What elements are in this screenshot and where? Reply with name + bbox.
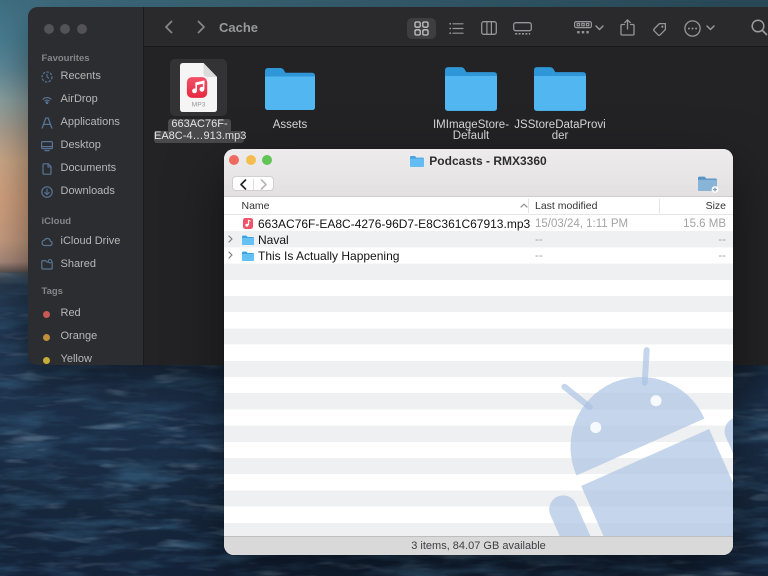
svg-text:MP3: MP3 xyxy=(192,101,206,108)
